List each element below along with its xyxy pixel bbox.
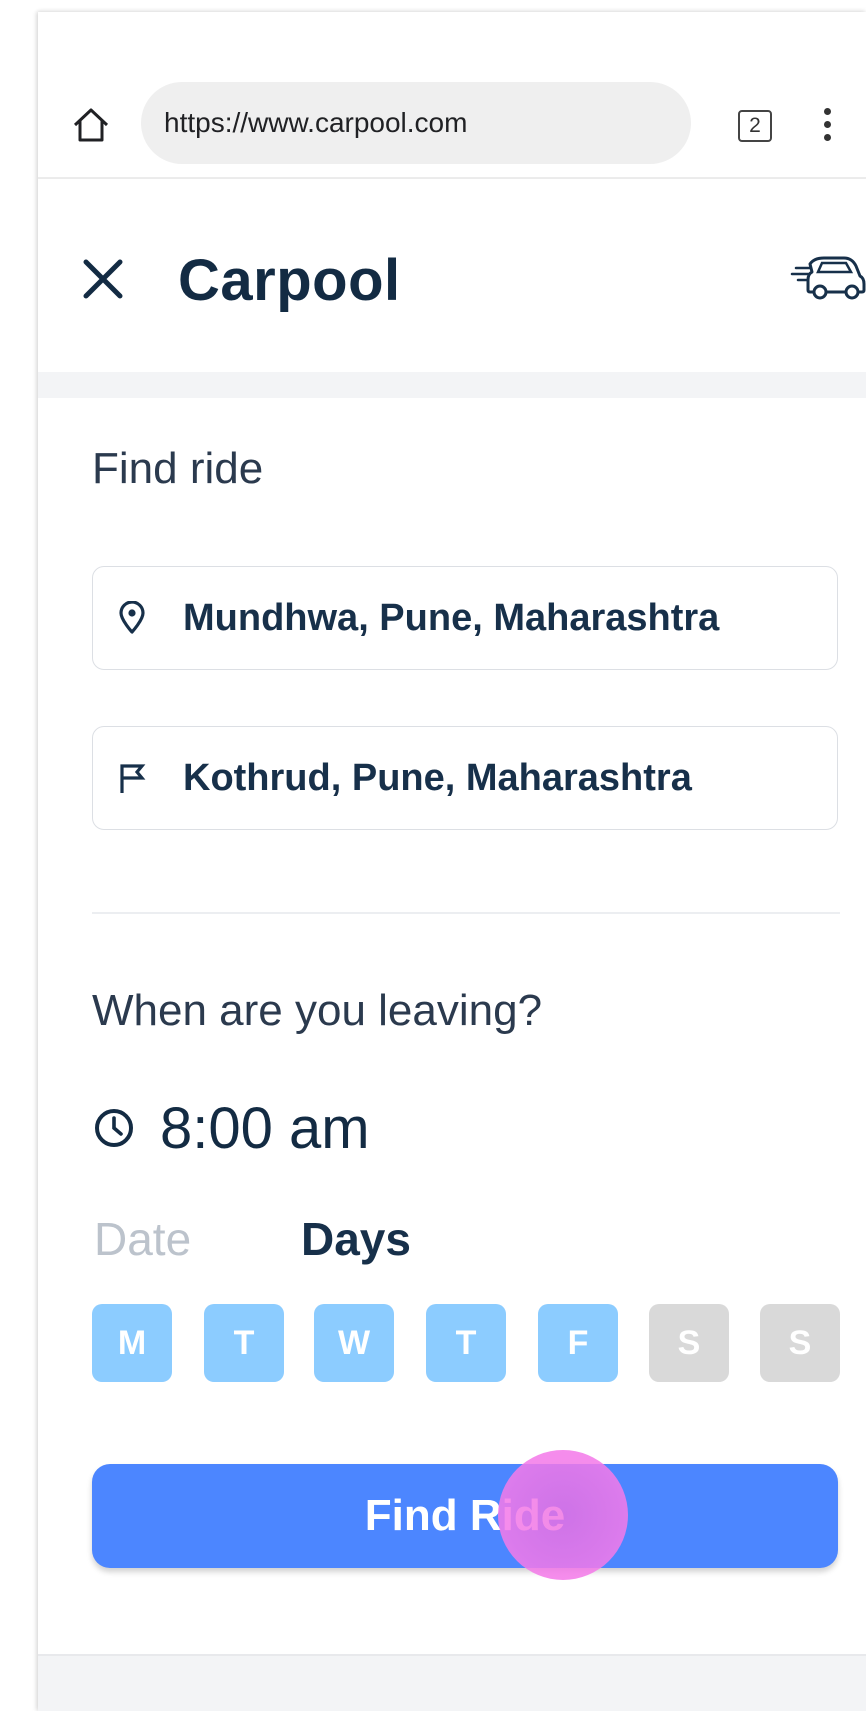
home-icon[interactable] — [71, 105, 111, 145]
section-divider — [92, 912, 840, 914]
car-icon[interactable] — [788, 254, 866, 302]
day-toggle-wednesday[interactable]: W — [314, 1304, 394, 1382]
day-label: S — [677, 1323, 701, 1362]
find-ride-label: Find ride — [92, 444, 264, 493]
tab-count: 2 — [749, 114, 761, 137]
bottom-band — [38, 1654, 866, 1711]
leaving-question: When are you leaving? — [92, 986, 543, 1035]
day-label: W — [337, 1323, 371, 1362]
day-label: T — [455, 1323, 477, 1362]
app-header: Carpool — [38, 179, 866, 372]
clock-icon — [95, 1109, 133, 1147]
day-label: F — [567, 1323, 589, 1362]
time-selector[interactable]: 8:00 am — [92, 1092, 370, 1164]
more-vert-icon[interactable] — [822, 108, 832, 148]
location-pin-icon — [119, 601, 145, 634]
from-location-value: Mundhwa, Pune, Maharashtra — [183, 596, 720, 639]
day-picker: M T W T F S S — [92, 1304, 840, 1382]
day-toggle-tuesday[interactable]: T — [204, 1304, 284, 1382]
day-toggle-monday[interactable]: M — [92, 1304, 172, 1382]
touch-indicator — [498, 1450, 628, 1580]
tab-days[interactable]: Days — [301, 1212, 411, 1266]
address-bar[interactable]: https://www.carpool.com — [141, 82, 691, 164]
to-location-value: Kothrud, Pune, Maharashtra — [183, 756, 692, 799]
day-label: T — [233, 1323, 255, 1362]
header-shadow-strip — [38, 372, 866, 398]
tab-date[interactable]: Date — [94, 1212, 191, 1266]
find-ride-button[interactable]: Find Ride — [92, 1464, 838, 1568]
departure-time: 8:00 am — [160, 1095, 370, 1161]
close-icon[interactable] — [80, 256, 126, 302]
day-toggle-sunday[interactable]: S — [760, 1304, 840, 1382]
day-label: M — [117, 1323, 147, 1362]
tabs-icon[interactable]: 2 — [738, 110, 772, 142]
from-location-field[interactable]: Mundhwa, Pune, Maharashtra — [92, 566, 838, 670]
day-toggle-friday[interactable]: F — [538, 1304, 618, 1382]
address-bar-url: https://www.carpool.com — [164, 107, 468, 138]
day-toggle-thursday[interactable]: T — [426, 1304, 506, 1382]
day-label: S — [788, 1323, 812, 1362]
page-title: Carpool — [178, 248, 401, 313]
day-toggle-saturday[interactable]: S — [649, 1304, 729, 1382]
browser-toolbar: https://www.carpool.com 2 — [38, 12, 866, 177]
to-location-field[interactable]: Kothrud, Pune, Maharashtra — [92, 726, 838, 830]
app-window: https://www.carpool.com 2 Carpool Find r… — [38, 12, 866, 1711]
flag-icon — [120, 764, 146, 793]
